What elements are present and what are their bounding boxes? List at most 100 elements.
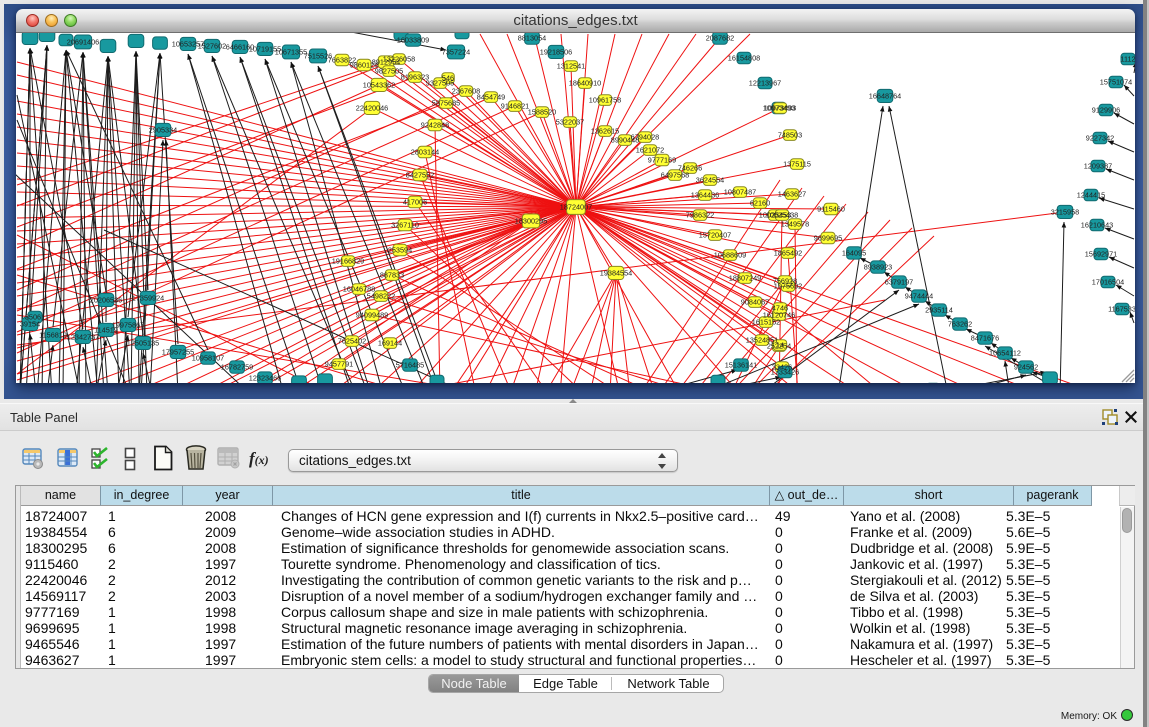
svg-text:1209387: 1209387 bbox=[1084, 162, 1112, 171]
svg-text:9327505: 9327505 bbox=[426, 79, 454, 88]
svg-text:763262: 763262 bbox=[948, 320, 972, 329]
svg-text:19166829: 19166829 bbox=[332, 257, 364, 266]
svg-text:6379197: 6379197 bbox=[885, 278, 913, 287]
svg-text:19975867: 19975867 bbox=[112, 321, 144, 330]
svg-text:9827505: 9827505 bbox=[375, 67, 403, 76]
svg-text:35061: 35061 bbox=[25, 313, 45, 322]
svg-text:10654112: 10654112 bbox=[989, 349, 1021, 358]
svg-text:16210643: 16210643 bbox=[1081, 221, 1113, 230]
svg-text:9129906: 9129906 bbox=[1092, 106, 1120, 115]
svg-text:9227342: 9227342 bbox=[1086, 134, 1114, 143]
svg-text:18807249: 18807249 bbox=[729, 274, 761, 283]
svg-text:2935114: 2935114 bbox=[925, 306, 953, 315]
svg-text:1375115: 1375115 bbox=[783, 160, 811, 169]
svg-text:17359924: 17359924 bbox=[132, 294, 164, 303]
svg-text:14: 14 bbox=[776, 341, 784, 350]
svg-text:756928: 756928 bbox=[773, 277, 797, 286]
svg-text:10973493: 10973493 bbox=[764, 104, 796, 113]
svg-text:5875685: 5875685 bbox=[432, 99, 460, 108]
svg-text:1733426: 1733426 bbox=[771, 368, 799, 377]
svg-text:1588520: 1588520 bbox=[528, 108, 556, 117]
svg-text:164095: 164095 bbox=[842, 249, 866, 258]
svg-text:18300295: 18300295 bbox=[515, 217, 547, 226]
svg-text:1364436: 1364436 bbox=[691, 191, 719, 200]
svg-text:8813054: 8813054 bbox=[518, 34, 546, 43]
svg-text:2905334: 2905334 bbox=[149, 126, 177, 135]
svg-text:16154808: 16154808 bbox=[728, 54, 760, 63]
svg-text:12213967: 12213967 bbox=[749, 79, 781, 88]
svg-text:1615152: 1615152 bbox=[752, 318, 780, 327]
svg-text:19218506: 19218506 bbox=[540, 48, 572, 57]
svg-text:15692971: 15692971 bbox=[1085, 250, 1117, 259]
svg-text:887833: 887833 bbox=[380, 271, 404, 280]
svg-text:12323466: 12323466 bbox=[249, 374, 281, 383]
svg-text:6497568: 6497568 bbox=[661, 171, 689, 180]
svg-text:9084067: 9084067 bbox=[741, 298, 769, 307]
svg-text:9777169: 9777169 bbox=[648, 156, 676, 165]
svg-text:7357224: 7357224 bbox=[442, 48, 470, 57]
svg-text:9474444: 9474444 bbox=[905, 292, 933, 301]
svg-text:1463627: 1463627 bbox=[778, 190, 806, 199]
svg-text:8427552: 8427552 bbox=[406, 171, 434, 180]
svg-text:7625402: 7625402 bbox=[338, 337, 366, 346]
svg-text:20206536: 20206536 bbox=[90, 296, 122, 305]
svg-text:169144: 169144 bbox=[378, 339, 402, 348]
svg-text:1244415: 1244415 bbox=[1077, 191, 1105, 200]
svg-text:1349578: 1349578 bbox=[781, 220, 809, 229]
svg-text:1527602: 1527602 bbox=[198, 42, 226, 51]
svg-text:9699695: 9699695 bbox=[814, 234, 842, 243]
svg-text:17957255: 17957255 bbox=[162, 348, 194, 357]
svg-text:12505135: 12505135 bbox=[127, 339, 159, 348]
svg-text:8471676: 8471676 bbox=[971, 334, 999, 343]
svg-text:10025438: 10025438 bbox=[766, 211, 798, 220]
svg-text:15751074: 15751074 bbox=[1100, 78, 1132, 87]
svg-text:5498222: 5498222 bbox=[367, 292, 395, 301]
svg-text:16648764: 16648764 bbox=[869, 92, 901, 101]
svg-text:3215958: 3215958 bbox=[1051, 208, 1079, 217]
svg-text:5322037: 5322037 bbox=[556, 118, 584, 127]
svg-text:10671355: 10671355 bbox=[275, 48, 307, 57]
svg-text:1112: 1112 bbox=[1120, 55, 1135, 64]
svg-text:19384554: 19384554 bbox=[600, 269, 632, 278]
svg-text:3267110: 3267110 bbox=[391, 221, 419, 230]
svg-text:2087682: 2087682 bbox=[706, 34, 734, 43]
svg-text:10807487: 10807487 bbox=[724, 188, 756, 197]
svg-text:15720407: 15720407 bbox=[699, 231, 731, 240]
svg-text:94099489: 94099489 bbox=[356, 311, 388, 320]
svg-text:20691406: 20691406 bbox=[67, 38, 99, 47]
svg-text:9242848: 9242848 bbox=[421, 121, 449, 130]
svg-text:1621072: 1621072 bbox=[636, 146, 664, 155]
svg-text:17016504: 17016504 bbox=[1092, 278, 1124, 287]
svg-text:1156819: 1156819 bbox=[39, 331, 67, 340]
svg-text:10688609: 10688609 bbox=[714, 251, 746, 260]
svg-text:10961758: 10961758 bbox=[589, 96, 621, 105]
svg-text:748503: 748503 bbox=[778, 131, 802, 140]
svg-text:4746: 4746 bbox=[772, 304, 788, 313]
svg-text:9115460: 9115460 bbox=[817, 205, 845, 214]
svg-text:924562: 924562 bbox=[1014, 363, 1038, 372]
svg-text:18640910: 18640910 bbox=[569, 79, 601, 88]
svg-text:10958107: 10958107 bbox=[192, 354, 224, 363]
svg-text:253594: 253594 bbox=[388, 246, 412, 255]
svg-text:10543362: 10543362 bbox=[363, 81, 395, 90]
svg-text:6794028: 6794028 bbox=[631, 133, 659, 142]
svg-text:7986322: 7986322 bbox=[686, 211, 714, 220]
svg-text:13226058: 13226058 bbox=[383, 55, 415, 64]
svg-text:9146821: 9146821 bbox=[501, 102, 529, 111]
svg-text:1362615: 1362615 bbox=[591, 127, 619, 136]
svg-text:22420046: 22420046 bbox=[356, 104, 388, 113]
svg-text:1312541: 1312541 bbox=[557, 62, 585, 71]
svg-text:9457791: 9457791 bbox=[325, 360, 353, 369]
svg-text:16033809: 16033809 bbox=[397, 36, 429, 45]
svg-text:417006: 417006 bbox=[403, 198, 427, 207]
svg-text:15136141: 15136141 bbox=[725, 361, 757, 370]
svg-text:18724007: 18724007 bbox=[560, 203, 592, 212]
svg-text:16782759: 16782759 bbox=[221, 363, 253, 372]
svg-text:5716485: 5716485 bbox=[396, 361, 424, 370]
svg-text:8454749: 8454749 bbox=[477, 93, 505, 102]
svg-text:8938923: 8938923 bbox=[864, 263, 892, 272]
svg-text:3624554: 3624554 bbox=[696, 176, 724, 185]
svg-text:62160: 62160 bbox=[750, 199, 770, 208]
svg-text:1865492: 1865492 bbox=[774, 249, 802, 258]
svg-text:1167533: 1167533 bbox=[1108, 305, 1135, 314]
